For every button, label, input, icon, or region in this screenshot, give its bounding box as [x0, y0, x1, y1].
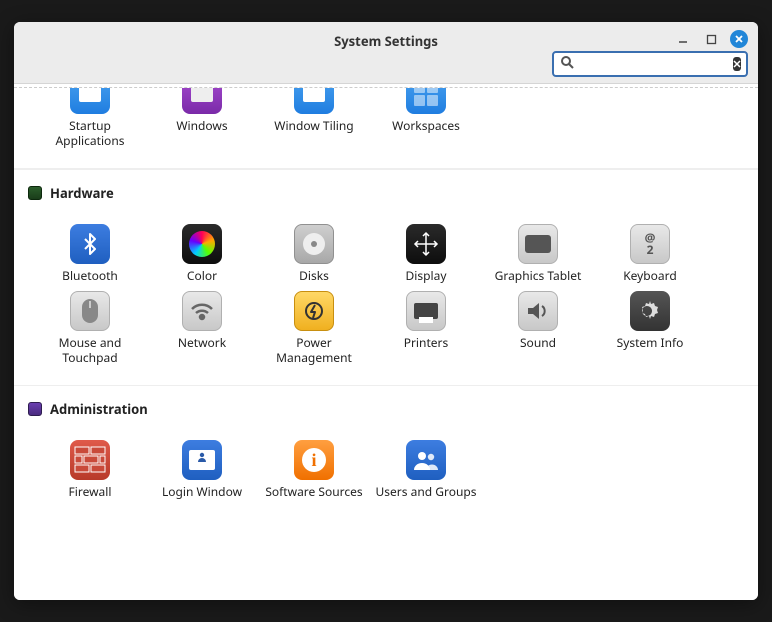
section-header-administration: Administration — [14, 385, 758, 422]
item-label: Login Window — [146, 484, 258, 499]
window-controls — [674, 30, 748, 48]
section-title: Hardware — [50, 184, 114, 202]
item-disks[interactable]: Disks — [258, 216, 370, 283]
item-bluetooth[interactable]: Bluetooth — [34, 216, 146, 283]
item-label: Graphics Tablet — [482, 268, 594, 283]
window-title: System Settings — [14, 32, 758, 50]
item-window-tiling[interactable]: Window Tiling — [258, 88, 370, 148]
item-power-management[interactable]: Power Management — [258, 283, 370, 365]
item-label: Mouse and Touchpad — [34, 335, 146, 365]
item-color[interactable]: Color — [146, 216, 258, 283]
item-startup-applications[interactable]: Startup Applications — [34, 88, 146, 148]
item-label: Software Sources — [258, 484, 370, 499]
item-users-groups[interactable]: Users and Groups — [370, 432, 482, 499]
login-window-icon — [182, 440, 222, 480]
search-field[interactable] — [552, 51, 748, 77]
software-sources-icon: i — [294, 440, 334, 480]
firewall-icon — [70, 440, 110, 480]
item-software-sources[interactable]: i Software Sources — [258, 432, 370, 499]
close-button[interactable] — [730, 30, 748, 48]
display-icon — [406, 224, 446, 264]
item-display[interactable]: Display — [370, 216, 482, 283]
hardware-section-icon — [28, 186, 42, 200]
sound-icon — [518, 291, 558, 331]
bluetooth-icon — [70, 224, 110, 264]
item-firewall[interactable]: Firewall — [34, 432, 146, 499]
administration-section-icon — [28, 402, 42, 416]
item-label: Power Management — [258, 335, 370, 365]
item-mouse-touchpad[interactable]: Mouse and Touchpad — [34, 283, 146, 365]
item-label: Display — [370, 268, 482, 283]
item-label: Window Tiling — [258, 118, 370, 133]
item-keyboard[interactable]: @2 Keyboard — [594, 216, 706, 283]
printers-icon — [406, 291, 446, 331]
settings-content[interactable]: Startup Applications Windows Window Tili… — [14, 84, 758, 600]
workspaces-icon — [406, 88, 446, 114]
item-label: Users and Groups — [370, 484, 482, 499]
section-header-hardware: Hardware — [14, 169, 758, 206]
item-label: Sound — [482, 335, 594, 350]
item-label: System Info — [594, 335, 706, 350]
item-label: Firewall — [34, 484, 146, 499]
color-icon — [182, 224, 222, 264]
window-tiling-icon — [294, 88, 334, 114]
item-label: Keyboard — [594, 268, 706, 283]
item-windows[interactable]: Windows — [146, 88, 258, 148]
item-label: Bluetooth — [34, 268, 146, 283]
mouse-icon — [70, 291, 110, 331]
network-icon — [182, 291, 222, 331]
search-icon — [560, 55, 574, 74]
item-label: Startup Applications — [34, 118, 146, 148]
item-system-info[interactable]: System Info — [594, 283, 706, 365]
system-info-icon — [630, 291, 670, 331]
item-workspaces[interactable]: Workspaces — [370, 88, 482, 148]
startup-applications-icon — [70, 88, 110, 114]
item-sound[interactable]: Sound — [482, 283, 594, 365]
item-label: Color — [146, 268, 258, 283]
clear-search-icon[interactable] — [733, 57, 741, 71]
section-preferences-partial: Startup Applications Windows Window Tili… — [14, 84, 758, 169]
users-groups-icon — [406, 440, 446, 480]
item-label: Windows — [146, 118, 258, 133]
maximize-button[interactable] — [702, 30, 720, 48]
item-login-window[interactable]: Login Window — [146, 432, 258, 499]
titlebar: System Settings — [14, 22, 758, 84]
item-label: Workspaces — [370, 118, 482, 133]
item-printers[interactable]: Printers — [370, 283, 482, 365]
item-label: Printers — [370, 335, 482, 350]
section-title: Administration — [50, 400, 148, 418]
keyboard-icon: @2 — [630, 224, 670, 264]
item-network[interactable]: Network — [146, 283, 258, 365]
minimize-button[interactable] — [674, 30, 692, 48]
item-label: Disks — [258, 268, 370, 283]
windows-icon — [182, 88, 222, 114]
search-input[interactable] — [578, 57, 733, 71]
disks-icon — [294, 224, 334, 264]
graphics-tablet-icon — [518, 224, 558, 264]
item-graphics-tablet[interactable]: Graphics Tablet — [482, 216, 594, 283]
item-label: Network — [146, 335, 258, 350]
power-icon — [294, 291, 334, 331]
system-settings-window: System Settings — [14, 22, 758, 600]
